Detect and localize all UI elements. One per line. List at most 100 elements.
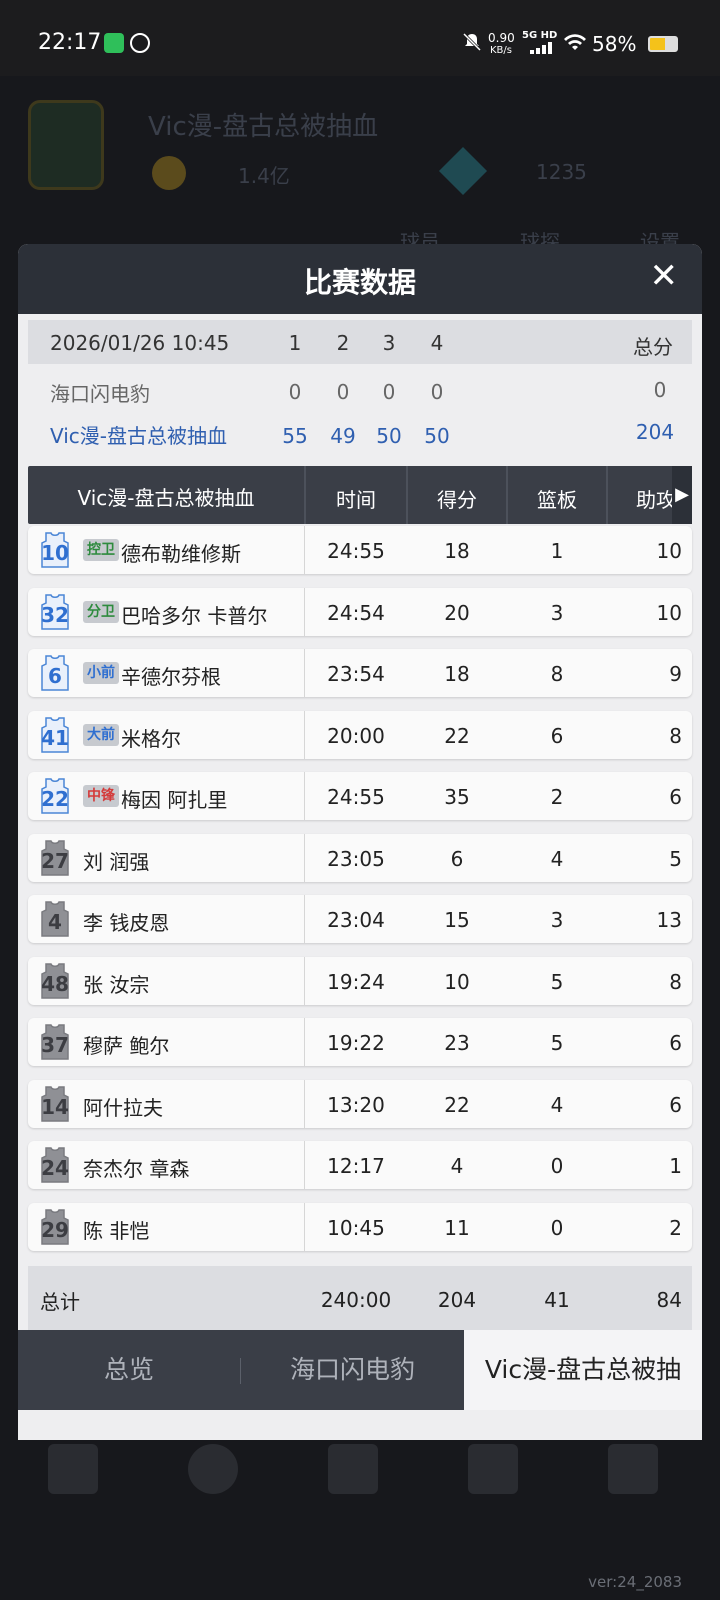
team-row-home: Vic漫-盘古总被抽血 55 49 50 50 204 — [28, 412, 692, 452]
team-logo — [28, 100, 104, 190]
tab-home-team[interactable]: Vic漫-盘古总被抽 — [464, 1330, 702, 1410]
player-row[interactable]: 10 控卫 德布勒维修斯 24:55 18 1 10 — [28, 526, 692, 574]
position-badge: 小前 — [83, 662, 119, 684]
position-badge: 大前 — [83, 723, 119, 746]
cell-divider — [304, 1018, 305, 1066]
team-name: Vic漫-盘古总被抽血 — [50, 424, 228, 448]
player-time: 23:05 — [327, 846, 385, 871]
player-name: 阿什拉夫 — [83, 1095, 163, 1120]
player-row[interactable]: 41 大前 米格尔 20:00 22 6 8 — [28, 710, 692, 759]
player-row[interactable]: 29 陈 非恺 10:45 11 0 2 — [28, 1202, 692, 1251]
jersey-number: 32 — [41, 602, 69, 627]
player-name: 刘 润强 — [83, 849, 150, 874]
player-row[interactable]: 32 分卫 巴哈多尔 卡普尔 24:54 20 3 10 — [28, 587, 692, 636]
player-time: 23:54 — [327, 662, 385, 686]
team-q2: 49 — [330, 424, 356, 448]
scroll-right-arrow-icon[interactable]: ▶ — [672, 466, 692, 524]
q1-label: 1 — [288, 331, 302, 355]
player-points: 18 — [444, 539, 470, 563]
player-name: 辛德尔芬根 — [121, 665, 221, 689]
player-rebounds: 6 — [550, 723, 564, 748]
player-points: 15 — [444, 908, 470, 932]
team-total: 0 — [653, 378, 667, 402]
player-points: 18 — [444, 662, 470, 686]
player-row[interactable]: 14 阿什拉夫 13:20 22 4 6 — [28, 1079, 692, 1128]
player-row[interactable]: 24 奈杰尔 章森 12:17 4 0 1 — [28, 1141, 692, 1189]
player-points: 22 — [444, 1092, 470, 1117]
player-assists: 6 — [669, 1092, 682, 1117]
box-team-name: Vic漫-盘古总被抽血 — [77, 486, 255, 510]
cell-divider — [304, 833, 305, 882]
player-rebounds: 5 — [550, 969, 564, 994]
player-points: 6 — [450, 846, 464, 871]
q3-label: 3 — [382, 331, 396, 355]
player-row[interactable]: 4 李 钱皮恩 23:04 15 3 13 — [28, 895, 692, 943]
player-row[interactable]: 27 刘 润强 23:05 6 4 5 — [28, 833, 692, 882]
cell-divider — [304, 1079, 305, 1128]
net-speed-unit: KB/s — [490, 45, 512, 56]
player-rebounds: 3 — [550, 908, 564, 932]
player-time: 12:17 — [327, 1154, 385, 1178]
player-rebounds: 0 — [550, 1154, 564, 1178]
bg-team-name: Vic漫-盘古总被抽血 — [148, 112, 379, 142]
totals-time: 240:00 — [320, 1288, 392, 1312]
team-q1: 0 — [288, 380, 302, 404]
app-notification-icon — [104, 33, 124, 53]
close-icon[interactable]: ✕ — [650, 256, 679, 296]
cell-divider — [304, 649, 305, 697]
position-badge: 控卫 — [83, 539, 119, 561]
tab-overview[interactable]: 总览 — [18, 1330, 240, 1410]
team-q3: 0 — [382, 380, 396, 404]
jersey-number: 14 — [41, 1094, 69, 1119]
player-assists: 8 — [669, 723, 682, 748]
player-name: 李 钱皮恩 — [83, 911, 170, 935]
cell-divider — [304, 1141, 305, 1189]
player-assists: 10 — [656, 600, 682, 625]
player-row[interactable]: 37 穆萨 鲍尔 19:22 23 5 6 — [28, 1018, 692, 1066]
box-score-header: Vic漫-盘古总被抽血 时间 得分 篮板 助攻 ▶ — [28, 466, 692, 524]
player-time: 20:00 — [327, 723, 385, 748]
jersey-number: 41 — [41, 725, 69, 750]
team-q3: 50 — [376, 424, 402, 448]
col-assists-label: 助攻 — [636, 488, 676, 512]
col-rebounds[interactable]: 篮板 — [508, 484, 606, 513]
col-time[interactable]: 时间 — [306, 484, 406, 513]
player-row[interactable]: 22 中锋 梅因 阿扎里 24:55 35 2 6 — [28, 772, 692, 820]
cell-divider — [304, 956, 305, 1005]
player-name: 张 汝宗 — [83, 972, 150, 997]
player-time: 13:20 — [327, 1092, 385, 1117]
player-assists: 8 — [669, 969, 682, 994]
player-rebounds: 5 — [550, 1031, 564, 1055]
quarter-header: 2026/01/26 10:45 1 2 3 4 总分 — [28, 320, 692, 364]
jersey-number: 6 — [48, 664, 62, 688]
totals-rebounds: 41 — [544, 1288, 570, 1312]
totals-row: 总计 240:00 204 41 84 — [28, 1266, 692, 1330]
totals-label: 总计 — [40, 1290, 80, 1314]
player-points: 10 — [444, 969, 470, 994]
network-type: 5G HD — [522, 30, 558, 41]
battery-icon — [648, 36, 678, 52]
player-row[interactable]: 6 小前 辛德尔芬根 23:54 18 8 9 — [28, 649, 692, 697]
total-label: 总分 — [633, 335, 673, 359]
team-name: 海口闪电豹 — [50, 382, 150, 406]
cell-divider — [304, 710, 305, 759]
player-assists: 10 — [656, 539, 682, 563]
cell-divider — [304, 895, 305, 943]
player-time: 23:04 — [327, 908, 385, 932]
totals-points: 204 — [437, 1288, 477, 1312]
player-time: 24:55 — [327, 785, 385, 809]
position-badge: 分卫 — [83, 600, 119, 623]
team-total: 204 — [635, 420, 675, 444]
player-name: 奈杰尔 章森 — [83, 1157, 190, 1181]
nav-icon-2 — [188, 1444, 238, 1494]
player-row[interactable]: 48 张 汝宗 19:24 10 5 8 — [28, 956, 692, 1005]
team-tabs: 总览 海口闪电豹 Vic漫-盘古总被抽 — [18, 1330, 702, 1410]
tab-away-team[interactable]: 海口闪电豹 — [241, 1330, 464, 1410]
player-time: 19:22 — [327, 1031, 385, 1055]
player-rebounds: 0 — [550, 1215, 564, 1240]
team-q1: 55 — [282, 424, 308, 448]
col-points[interactable]: 得分 — [408, 484, 506, 513]
jersey-number: 10 — [41, 541, 69, 565]
player-assists: 1 — [669, 1154, 682, 1178]
net-speed-value: 0.90 — [488, 31, 515, 45]
